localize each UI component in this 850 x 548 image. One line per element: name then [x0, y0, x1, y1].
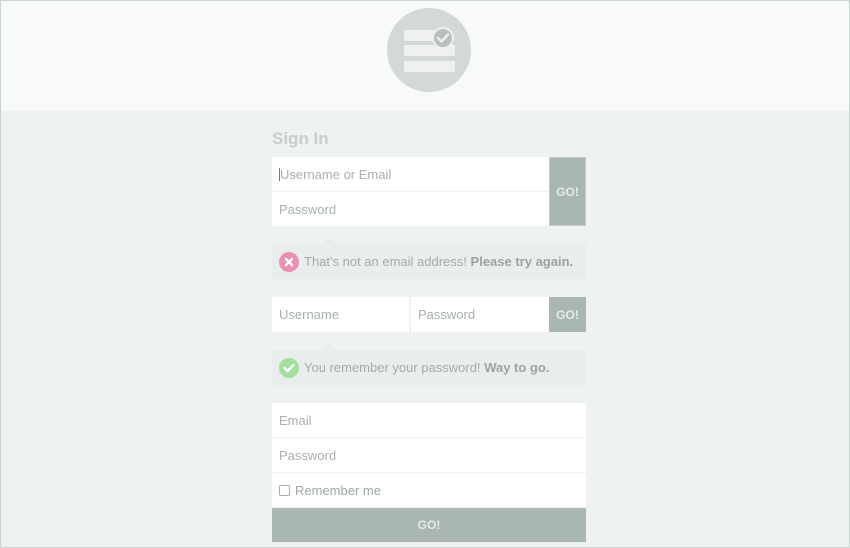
password-placeholder: Password [279, 201, 337, 217]
form-check-icon [387, 8, 471, 92]
success-check-icon [279, 357, 299, 378]
success-text: You remember your password! [304, 360, 481, 375]
email-placeholder: Email [279, 412, 312, 428]
password-placeholder-stacked: Password [279, 447, 337, 463]
go-button-inline[interactable]: GO! [549, 297, 586, 332]
page-frame: Sign In Username or Email Password GO! T… [0, 0, 850, 548]
go-button-full[interactable]: GO! [272, 508, 586, 542]
password-input[interactable]: Password [272, 192, 549, 226]
success-message: You remember your password! Way to go. [272, 343, 586, 385]
go-button[interactable]: GO! [549, 157, 586, 226]
username-or-email-input[interactable]: Username or Email [272, 157, 549, 192]
password-input-stacked[interactable]: Password [272, 438, 586, 473]
remember-me-checkbox[interactable] [279, 484, 290, 496]
message-pointer [322, 343, 336, 350]
password-input-inline[interactable]: Password [411, 297, 549, 332]
error-strong-text: Please try again. [470, 254, 574, 269]
remember-me-row: Remember me [272, 473, 586, 507]
email-input[interactable]: Email [272, 403, 586, 438]
checkmark-icon [432, 27, 454, 49]
password-placeholder-inline: Password [418, 307, 476, 322]
error-icon [279, 251, 299, 272]
error-text: That's not an email address! [304, 254, 467, 269]
username-or-email-placeholder: Username or Email [280, 166, 392, 182]
remember-me-label[interactable]: Remember me [295, 483, 381, 498]
username-placeholder: Username [279, 307, 339, 322]
error-message: That's not an email address! Please try … [272, 237, 586, 279]
success-strong-text: Way to go. [484, 360, 550, 375]
page-title: Sign In [272, 129, 329, 148]
username-input[interactable]: Username [272, 297, 409, 332]
message-pointer [322, 237, 336, 244]
